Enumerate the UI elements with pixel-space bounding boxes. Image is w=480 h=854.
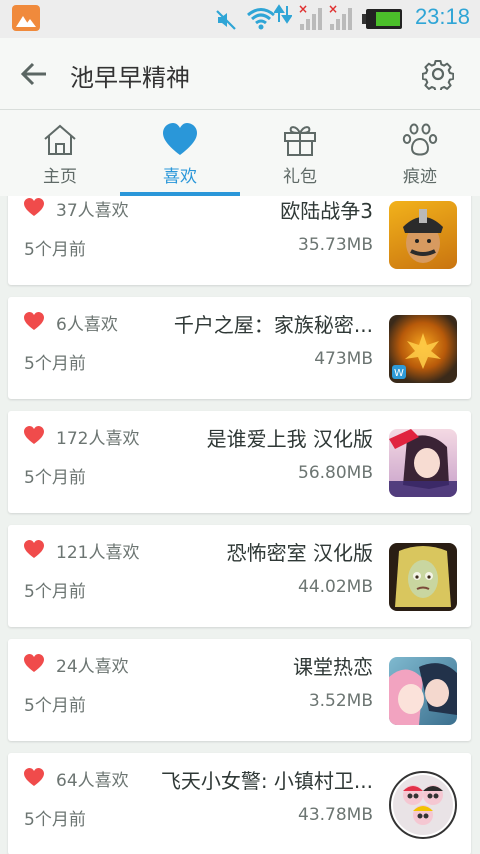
home-icon [44, 124, 76, 155]
app-name: 千户之屋：家族秘密... [173, 313, 373, 337]
heart-icon [24, 312, 44, 330]
time-ago: 5个月前 [24, 696, 86, 716]
file-size: 43.78MB [298, 805, 373, 825]
heart-icon [24, 540, 44, 558]
tab-label: 主页 [43, 167, 77, 187]
app-name: 是谁爱上我 汉化版 [206, 427, 373, 451]
battery-icon [362, 9, 402, 29]
data-arrows-icon [274, 4, 292, 24]
time-ago: 5个月前 [24, 354, 86, 374]
page-title: 池早早精神 [70, 64, 190, 92]
app-icon [389, 657, 457, 725]
file-size: 56.80MB [298, 463, 373, 483]
svg-text:×: × [298, 2, 308, 16]
time-ago: 5个月前 [24, 810, 86, 830]
svg-text:×: × [328, 2, 338, 16]
app-name: 课堂热恋 [293, 655, 373, 679]
time-ago: 5个月前 [24, 582, 86, 602]
back-arrow-icon[interactable] [18, 58, 50, 90]
heart-icon [24, 768, 44, 786]
heart-icon [24, 198, 44, 216]
app-icon [389, 201, 457, 269]
tab-label: 喜欢 [163, 167, 197, 187]
gear-icon[interactable] [422, 58, 454, 90]
like-count: 37人喜欢 [56, 201, 129, 221]
app-name: 飞天小女警: 小镇村卫... [160, 769, 373, 793]
app-icon [389, 543, 457, 611]
list-item[interactable]: 121人喜欢 恐怖密室 汉化版 5个月前 44.02MB [8, 525, 471, 627]
app-icon [389, 429, 457, 497]
signal-icon: × [298, 2, 322, 30]
gift-icon [284, 126, 316, 156]
wifi-icon [247, 8, 275, 30]
heart-icon [163, 123, 197, 155]
gallery-icon [12, 5, 40, 31]
like-count: 121人喜欢 [56, 543, 140, 563]
tab-label: 痕迹 [403, 167, 437, 187]
list-item[interactable]: 6人喜欢 千户之屋：家族秘密... 5个月前 473MB W [8, 297, 471, 399]
heart-icon [24, 654, 44, 672]
app-name: 恐怖密室 汉化版 [226, 541, 373, 565]
tab-bar: 主页 喜欢 礼包 痕迹 [0, 110, 480, 196]
tab-likes[interactable]: 喜欢 [120, 110, 240, 196]
file-size: 35.73MB [298, 235, 373, 255]
tab-history[interactable]: 痕迹 [360, 110, 480, 196]
file-size: 473MB [314, 349, 373, 369]
like-count: 6人喜欢 [56, 315, 118, 335]
status-bar: × × 23:18 [0, 0, 480, 38]
heart-icon [24, 426, 44, 444]
like-count: 172人喜欢 [56, 429, 140, 449]
clock: 23:18 [414, 4, 470, 29]
tab-home[interactable]: 主页 [0, 110, 120, 196]
paw-icon [402, 123, 438, 156]
list-item[interactable]: 172人喜欢 是谁爱上我 汉化版 5个月前 56.80MB [8, 411, 471, 513]
file-size: 44.02MB [298, 577, 373, 597]
liked-apps-list: 37人喜欢 欧陆战争3 5个月前 35.73MB 6人喜欢 千户之屋：家族秘密.… [0, 196, 480, 854]
mute-icon [216, 10, 236, 30]
tab-gift[interactable]: 礼包 [240, 110, 360, 196]
like-count: 64人喜欢 [56, 771, 129, 791]
time-ago: 5个月前 [24, 240, 86, 260]
tab-label: 礼包 [283, 167, 317, 187]
app-name: 欧陆战争3 [280, 199, 373, 223]
time-ago: 5个月前 [24, 468, 86, 488]
svg-text:W: W [394, 368, 404, 379]
signal-icon: × [328, 2, 352, 30]
app-header: 池早早精神 [0, 38, 480, 110]
app-icon [389, 771, 457, 839]
app-icon: W [389, 315, 457, 383]
like-count: 24人喜欢 [56, 657, 129, 677]
list-item[interactable]: 37人喜欢 欧陆战争3 5个月前 35.73MB [8, 196, 471, 285]
list-item[interactable]: 24人喜欢 课堂热恋 5个月前 3.52MB [8, 639, 471, 741]
file-size: 3.52MB [308, 691, 373, 711]
list-item[interactable]: 64人喜欢 飞天小女警: 小镇村卫... 5个月前 43.78MB [8, 753, 471, 854]
